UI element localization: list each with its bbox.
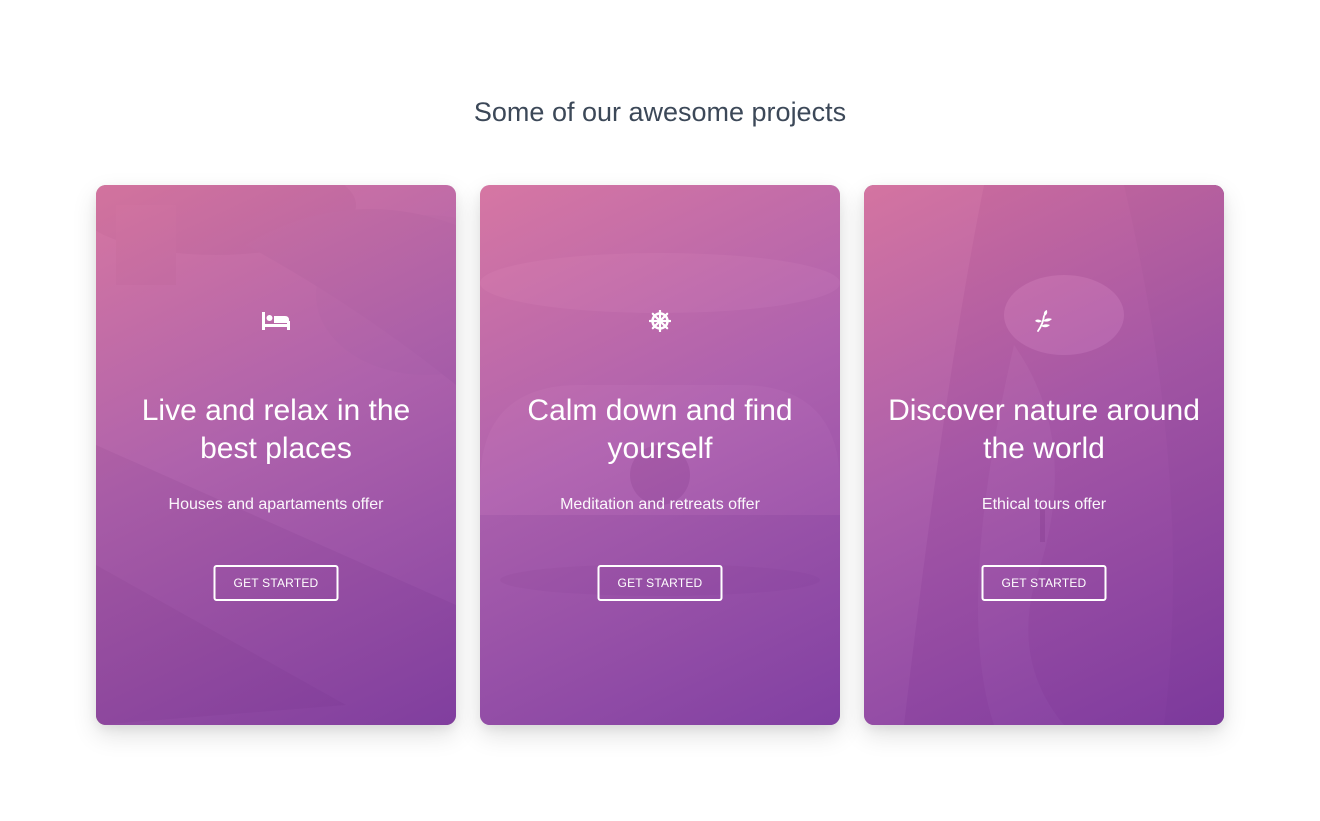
project-card-meditation: Calm down and find yourself Meditation a… (480, 185, 840, 725)
project-card-houses: Live and relax in the best places Houses… (96, 185, 456, 725)
card-description: Ethical tours offer (981, 496, 1107, 513)
card-description: Meditation and retreats offer (560, 496, 760, 513)
project-card-nature: Discover nature around the world Ethical… (864, 185, 1224, 725)
get-started-button[interactable]: GET STARTED (213, 565, 339, 601)
project-cards: Live and relax in the best places Houses… (96, 185, 1224, 725)
dharma-wheel-icon (645, 309, 675, 333)
card-title: Discover nature around the world (888, 394, 1200, 465)
card-description: Houses and apartaments offer (168, 496, 384, 513)
leaf-icon (1029, 309, 1059, 333)
bed-icon (261, 309, 291, 333)
get-started-button[interactable]: GET STARTED (597, 565, 723, 601)
card-title: Live and relax in the best places (141, 394, 411, 465)
card-title: Calm down and find yourself (527, 394, 793, 465)
section-title: Some of our awesome projects (473, 97, 847, 127)
get-started-button[interactable]: GET STARTED (981, 565, 1107, 601)
